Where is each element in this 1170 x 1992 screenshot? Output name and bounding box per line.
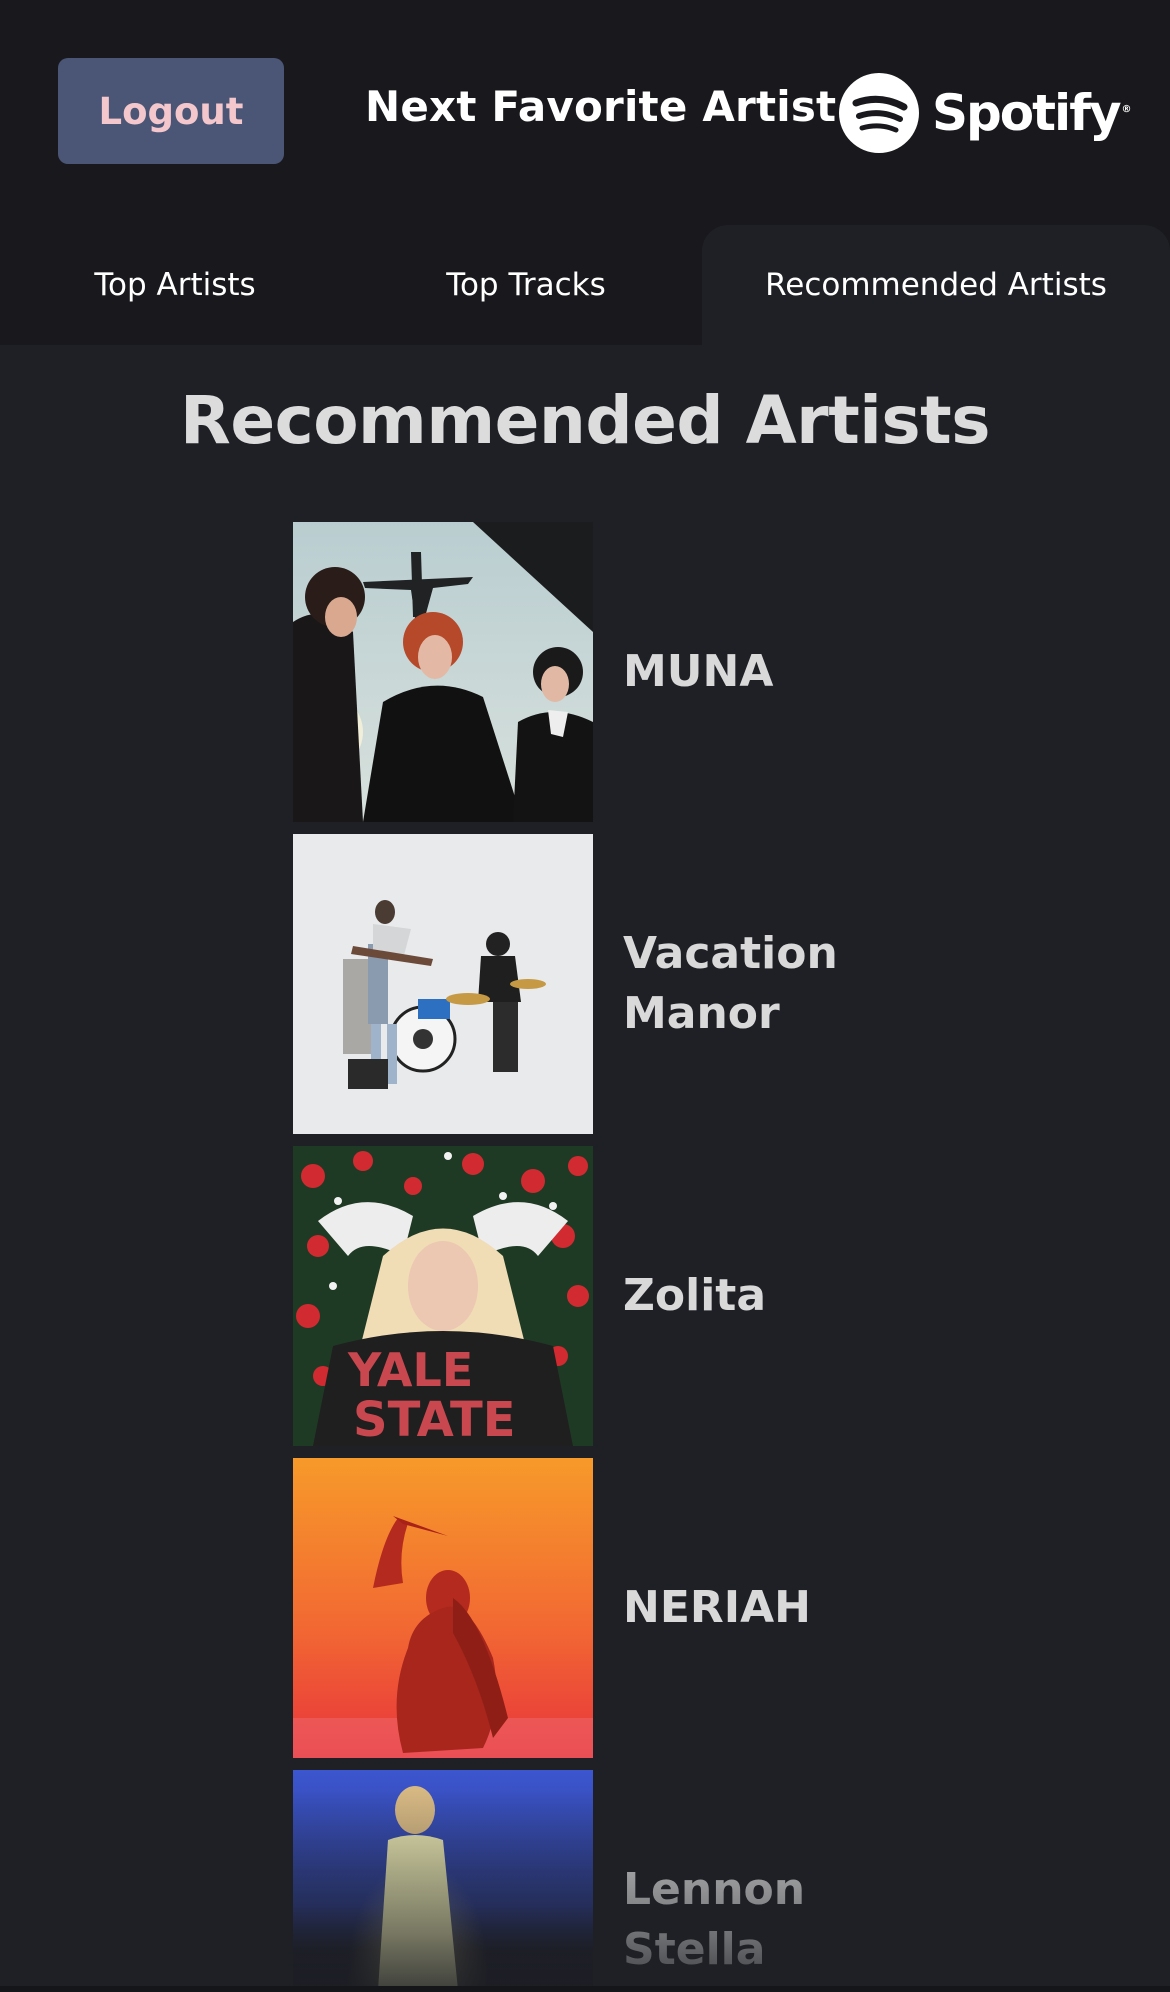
- spotify-wordmark: Spotify: [932, 84, 1122, 142]
- app-title: Next Favorite Artist: [365, 82, 837, 131]
- page-title: Recommended Artists: [180, 382, 991, 459]
- artist-image: YALE STATE: [293, 1146, 593, 1446]
- bottom-edge: [0, 1986, 1170, 1992]
- artist-image: [293, 522, 593, 822]
- artist-name: MUNA: [623, 646, 774, 697]
- logout-button[interactable]: Logout: [58, 58, 284, 164]
- spotify-logo: Spotify ®: [838, 71, 1132, 155]
- svg-text:YALE: YALE: [347, 1343, 473, 1397]
- artist-item[interactable]: Lennon Stella: [293, 1770, 1093, 1992]
- artist-image: [293, 1458, 593, 1758]
- artist-image: [293, 834, 593, 1134]
- artist-image: [293, 1770, 593, 1992]
- artist-name: Zolita: [623, 1270, 767, 1321]
- registered-mark: ®: [1121, 104, 1132, 115]
- artist-name: NERIAH: [623, 1582, 812, 1633]
- tab-top-artists[interactable]: Top Artists: [0, 225, 350, 345]
- artist-item[interactable]: Vacation Manor: [293, 834, 1093, 1146]
- artist-item[interactable]: YALE STATE Zolita: [293, 1146, 1093, 1458]
- tab-recommended-artists[interactable]: Recommended Artists: [702, 225, 1170, 345]
- spotify-icon: [839, 73, 919, 153]
- artist-item[interactable]: MUNA: [293, 522, 1093, 834]
- tab-bar: Top Artists Top Tracks Recommended Artis…: [0, 225, 1170, 345]
- artist-name: Lennon Stella: [623, 1864, 806, 1975]
- artist-item[interactable]: NERIAH: [293, 1458, 1093, 1770]
- svg-text:STATE: STATE: [353, 1392, 516, 1446]
- tab-top-tracks[interactable]: Top Tracks: [350, 225, 702, 345]
- artist-list: MUNA Vacation Manor YALE STATE Zolita NE…: [293, 522, 1093, 1992]
- app-header: Logout Next Favorite Artist Spotify ®: [0, 0, 1170, 225]
- artist-name: Vacation Manor: [623, 928, 838, 1039]
